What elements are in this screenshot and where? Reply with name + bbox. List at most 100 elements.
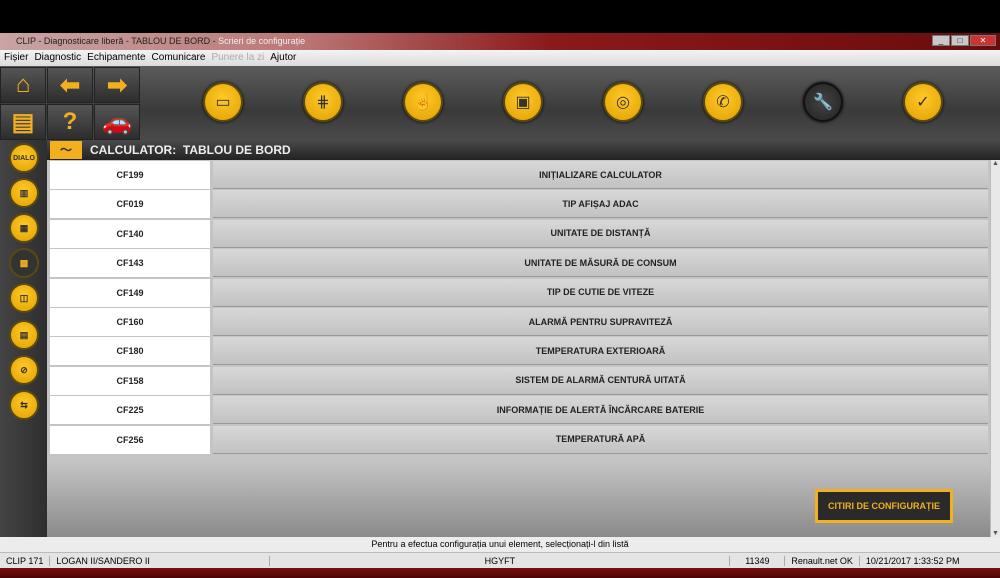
config-label[interactable]: TEMPERATURA EXTERIOARĂ: [213, 337, 988, 366]
connector-button[interactable]: ⇆: [9, 390, 39, 420]
config-label[interactable]: TEMPERATURĂ APĂ: [213, 425, 988, 454]
config-list: CF199 INIȚIALIZARE CALCULATOR CF019 TIP AFI…: [47, 160, 990, 537]
menu-item[interactable]: Diagnostic: [34, 52, 81, 64]
forward-button[interactable]: ➡: [94, 67, 140, 103]
config-row[interactable]: CF143 UNITATE DE MĂSURĂ DE CONSUM: [50, 249, 988, 278]
book-button[interactable]: ▥: [9, 178, 39, 208]
home-button[interactable]: ⌂: [0, 67, 46, 103]
config-label[interactable]: INIȚIALIZARE CALCULATOR: [213, 161, 988, 189]
gearbox-icon: ⋕: [316, 94, 330, 111]
ecu-icon: ▩: [19, 257, 29, 268]
connector-icon: ⇆: [20, 399, 28, 410]
menu-item[interactable]: Comunicare: [152, 52, 206, 64]
status-datetime: 10/21/2017 1:33:52 PM: [865, 555, 960, 566]
config-code[interactable]: CF019: [50, 190, 210, 219]
calculator-header: 〜 CALCULATOR: TABLOU DE BORD: [47, 140, 1000, 160]
calculator-label: CALCULATOR:: [90, 143, 177, 157]
fault-code-icon: ▦: [19, 222, 29, 233]
phone-button[interactable]: ✆: [703, 82, 743, 122]
close-button[interactable]: ✕: [970, 35, 996, 46]
config-row[interactable]: CF199 INIȚIALIZARE CALCULATOR: [50, 161, 988, 189]
window-title-bar: CLIP - Diagnosticare liberă - TABLOU DE …: [0, 33, 1000, 50]
config-row[interactable]: CF160 ALARMĂ PENTRU SUPRAVITEZĂ: [50, 308, 988, 336]
touch-button[interactable]: ☝: [403, 82, 443, 122]
sidebar: DIALO ▥ ▦ ▩ ◫ ▤ ⊘ ⇆: [0, 140, 47, 537]
status-code: 11349: [730, 555, 786, 566]
menu-item[interactable]: Ajutor: [270, 52, 296, 64]
vehicle-scan-button[interactable]: ◎: [603, 82, 643, 122]
read-configuration-button[interactable]: CITIRI DE CONFIGURAȚIE: [815, 489, 953, 523]
print-button[interactable]: ▤: [0, 104, 46, 140]
window-controls: _ □ ✕: [932, 35, 996, 46]
book-icon: ▥: [19, 187, 29, 198]
dialog-button[interactable]: DIALO: [9, 143, 39, 173]
vehicle-check-button[interactable]: ✓: [903, 82, 943, 122]
status-bar: CLIP 171 LOGAN II/SANDERO II HGYFT 11349…: [0, 552, 1000, 568]
taskbar: [0, 568, 1000, 578]
calculator-name: TABLOU DE BORD: [182, 143, 291, 157]
config-label[interactable]: ALARMĂ PENTRU SUPRAVITEZĂ: [213, 308, 988, 336]
print-icon: ▤: [11, 108, 35, 136]
status-vehicle: LOGAN II/SANDERO II: [50, 555, 271, 566]
ecu-button[interactable]: ▩: [9, 248, 39, 278]
calculator-icon: 〜: [50, 141, 82, 159]
config-code[interactable]: CF180: [50, 337, 210, 366]
sensor-button[interactable]: ⊘: [9, 355, 39, 385]
vehicle-info-icon: 🚗: [102, 108, 132, 136]
config-row[interactable]: CF158 SISTEM DE ALARMĂ CENTURĂ UITATĂ: [50, 366, 988, 395]
config-row[interactable]: CF019 TIP AFIȘAJ ADAC: [50, 190, 988, 219]
card-button[interactable]: ▣: [503, 82, 543, 122]
phone-icon: ✆: [716, 94, 730, 111]
config-code[interactable]: CF199: [50, 161, 210, 189]
menu-item[interactable]: Fișier: [4, 52, 28, 64]
config-code[interactable]: CF256: [50, 425, 210, 454]
status-vin: HGYFT: [270, 555, 731, 566]
wrench-button[interactable]: 🔧: [803, 82, 843, 122]
minimize-button[interactable]: _: [932, 35, 950, 46]
maximize-button[interactable]: □: [951, 35, 969, 46]
vehicle-scan-icon: ◎: [616, 94, 630, 111]
config-row[interactable]: CF256 TEMPERATURĂ APĂ: [50, 425, 988, 454]
scrollbar[interactable]: ▲ ▼: [990, 160, 1000, 537]
config-code[interactable]: CF149: [50, 278, 210, 307]
status-device: CLIP 171: [0, 555, 51, 566]
screen-button[interactable]: ▤: [9, 320, 39, 350]
config-label[interactable]: INFORMAȚIE DE ALERTĂ ÎNCĂRCARE BATERIE: [213, 396, 988, 425]
card-icon: ▣: [515, 94, 531, 111]
back-button[interactable]: ⬅: [47, 67, 93, 103]
vehicle-screen-button[interactable]: ▭: [203, 82, 243, 122]
dialog-icon: DIALO: [13, 154, 35, 162]
forward-arrow-icon: ➡: [106, 71, 128, 99]
config-code[interactable]: CF225: [50, 396, 210, 425]
config-row[interactable]: CF140 UNITATE DE DISTANȚĂ: [50, 219, 988, 248]
back-arrow-icon: ⬅: [59, 71, 81, 99]
window-title: CLIP - Diagnosticare liberă - TABLOU DE …: [16, 36, 216, 46]
window-subtitle: Scrieri de configurație: [218, 36, 306, 46]
config-label[interactable]: TIP AFIȘAJ ADAC: [213, 190, 988, 219]
wrench-icon: 🔧: [813, 94, 833, 111]
vehicle-info-button[interactable]: 🚗: [94, 104, 140, 140]
screen-icon: ▤: [19, 329, 29, 340]
gearbox-button[interactable]: ⋕: [303, 82, 343, 122]
config-label[interactable]: TIP DE CUTIE DE VITEZE: [213, 278, 988, 307]
config-code[interactable]: CF140: [50, 219, 210, 248]
fault-code-button[interactable]: ▦: [9, 213, 39, 243]
status-network: Renault.net OK: [785, 555, 860, 566]
bracket-button[interactable]: ◫: [9, 283, 39, 313]
config-code[interactable]: CF143: [50, 249, 210, 278]
touch-icon: ☝: [413, 94, 433, 111]
config-row[interactable]: CF225 INFORMAȚIE DE ALERTĂ ÎNCĂRCARE BATE…: [50, 396, 988, 425]
menu-bar: Fișier Diagnostic Echipamente Comunicare Pun…: [0, 50, 1000, 66]
home-icon: ⌂: [15, 71, 31, 98]
config-row[interactable]: CF149 TIP DE CUTIE DE VITEZE: [50, 278, 988, 307]
help-button[interactable]: ?: [47, 104, 93, 140]
config-code[interactable]: CF158: [50, 366, 210, 395]
toolbar: ⌂ ⬅ ➡ ▤ ? 🚗 ▭ ⋕ ☝ ▣ ◎ ✆ 🔧 ✓: [0, 66, 1000, 140]
config-label[interactable]: SISTEM DE ALARMĂ CENTURĂ UITATĂ: [213, 366, 988, 395]
menu-item: Punere la zi: [211, 52, 265, 63]
config-row[interactable]: CF180 TEMPERATURA EXTERIOARĂ: [50, 337, 988, 366]
config-label[interactable]: UNITATE DE MĂSURĂ DE CONSUM: [213, 249, 988, 278]
menu-item[interactable]: Echipamente: [87, 52, 145, 64]
config-code[interactable]: CF160: [50, 308, 210, 336]
config-label[interactable]: UNITATE DE DISTANȚĂ: [213, 219, 988, 248]
